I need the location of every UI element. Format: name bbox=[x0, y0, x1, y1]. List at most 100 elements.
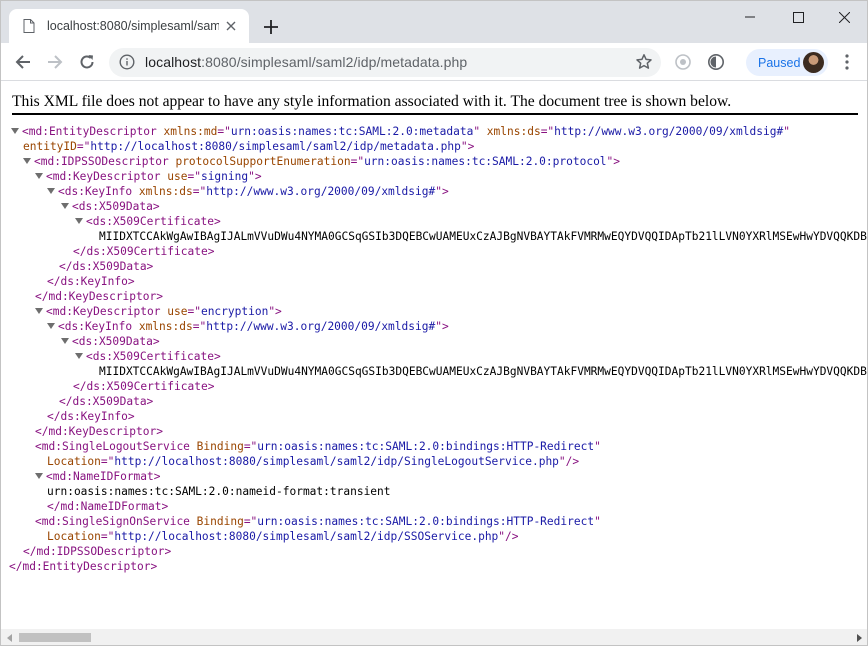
xml-token-tag: <md:KeyDescriptor bbox=[46, 170, 168, 183]
xml-token-tag: </ds:X509Data> bbox=[59, 260, 154, 273]
xml-line: </ds:X509Certificate> bbox=[73, 244, 214, 259]
horizontal-scrollbar[interactable] bbox=[1, 629, 867, 645]
xml-line: </ds:X509Certificate> bbox=[73, 379, 214, 394]
xml-token-val: http://www.w3.org/2000/09/xmldsig# bbox=[206, 185, 436, 198]
tab-title: localhost:8080/simplesaml/saml2/idp/meta… bbox=[47, 19, 219, 33]
xml-token-tag: <ds:X509Data> bbox=[72, 335, 160, 348]
scroll-left-arrow-icon[interactable] bbox=[1, 629, 18, 645]
forward-button[interactable] bbox=[41, 48, 69, 76]
dark-mode-extension-icon[interactable] bbox=[707, 53, 725, 71]
collapse-triangle-icon[interactable] bbox=[75, 218, 83, 224]
url-host: localhost bbox=[145, 54, 202, 70]
xml-token-tag: =" bbox=[192, 185, 207, 198]
xml-token-val: urn:oasis:names:tc:SAML:2.0:bindings:HTT… bbox=[257, 440, 595, 453]
info-icon[interactable] bbox=[119, 54, 135, 70]
collapse-triangle-icon[interactable] bbox=[47, 323, 55, 329]
xml-token-tag: =" bbox=[243, 515, 258, 528]
collapse-triangle-icon[interactable] bbox=[35, 308, 43, 314]
xml-token-tag: " bbox=[473, 125, 487, 138]
collapse-triangle-icon[interactable] bbox=[47, 188, 55, 194]
xml-token-txt: MIIDXTCCAkWgAwIBAgIJALmVVuDWu4NYMA0GCSqG… bbox=[99, 365, 867, 378]
minimize-button[interactable] bbox=[727, 1, 773, 33]
collapse-triangle-icon[interactable] bbox=[61, 203, 69, 209]
xml-line: <md:SingleLogoutService Binding="urn:oas… bbox=[35, 439, 601, 454]
profile-button[interactable]: Paused bbox=[746, 49, 828, 76]
xml-info-banner: This XML file does not appear to have an… bbox=[12, 93, 732, 110]
collapse-triangle-icon[interactable] bbox=[35, 173, 43, 179]
xml-token-tag: <md:IDPSSODescriptor bbox=[34, 155, 176, 168]
xml-line: MIIDXTCCAkWgAwIBAgIJALmVVuDWu4NYMA0GCSqG… bbox=[99, 364, 867, 379]
xml-token-attr: xmlns:md bbox=[163, 125, 218, 138]
xml-line: MIIDXTCCAkWgAwIBAgIJALmVVuDWu4NYMA0GCSqG… bbox=[99, 229, 867, 244]
xml-token-val: http://localhost:8080/simplesaml/saml2/i… bbox=[114, 455, 559, 468]
xml-token-tag: " bbox=[594, 515, 601, 528]
collapse-triangle-icon[interactable] bbox=[61, 338, 69, 344]
xml-token-tag: </ds:KeyInfo> bbox=[47, 410, 135, 423]
xml-token-val: encryption bbox=[200, 305, 269, 318]
close-tab-icon[interactable] bbox=[223, 18, 239, 34]
page-icon bbox=[21, 18, 37, 34]
xml-token-attr: Binding bbox=[196, 515, 244, 528]
xml-token-tag: </md:IDPSSODescriptor> bbox=[23, 545, 172, 558]
xml-token-tag: "> bbox=[268, 305, 282, 318]
xml-token-val: http://www.w3.org/2000/09/xmldsig# bbox=[554, 125, 784, 138]
collapse-triangle-icon[interactable] bbox=[11, 128, 19, 134]
new-tab-button[interactable] bbox=[259, 15, 283, 39]
xml-line: <md:IDPSSODescriptor protocolSupportEnum… bbox=[23, 154, 620, 169]
xml-line: <ds:X509Data> bbox=[61, 334, 160, 349]
profile-status: Paused bbox=[758, 55, 801, 70]
xml-token-tag: <md:EntityDescriptor bbox=[22, 125, 164, 138]
address-bar[interactable]: localhost:8080/simplesaml/saml2/idp/meta… bbox=[109, 48, 661, 77]
xml-token-val: urn:oasis:names:tc:SAML:2.0:bindings:HTT… bbox=[257, 515, 595, 528]
tab-active[interactable]: localhost:8080/simplesaml/saml2/idp/meta… bbox=[9, 9, 249, 43]
xml-token-tag: </md:EntityDescriptor> bbox=[9, 560, 158, 573]
xml-token-attr: use bbox=[167, 305, 188, 318]
xml-token-tag: "> bbox=[435, 320, 449, 333]
avatar bbox=[803, 52, 824, 73]
xml-line: <md:KeyDescriptor use="encryption"> bbox=[35, 304, 282, 319]
url-path: :8080/simplesaml/saml2/idp/metadata.php bbox=[201, 54, 468, 70]
collapse-triangle-icon[interactable] bbox=[23, 158, 31, 164]
xml-line: </ds:X509Data> bbox=[59, 394, 153, 409]
scroll-right-arrow-icon[interactable] bbox=[850, 629, 867, 645]
xml-line: </md:NameIDFormat> bbox=[47, 499, 168, 514]
xml-token-attr: protocolSupportEnumeration bbox=[175, 155, 351, 168]
xml-token-tag: <ds:KeyInfo bbox=[58, 320, 139, 333]
xml-token-tag: =" bbox=[350, 155, 365, 168]
xml-token-tag: <md:KeyDescriptor bbox=[46, 305, 168, 318]
xml-line: urn:oasis:names:tc:SAML:2.0:nameid-forma… bbox=[47, 484, 391, 499]
xml-line: <ds:X509Data> bbox=[61, 199, 160, 214]
xml-line: </ds:X509Data> bbox=[59, 259, 153, 274]
xml-token-tag: =" bbox=[217, 125, 231, 138]
scrollbar-thumb[interactable] bbox=[19, 633, 91, 642]
xml-line: <md:NameIDFormat> bbox=[35, 469, 161, 484]
xml-token-attr: Binding bbox=[196, 440, 244, 453]
close-window-button[interactable] bbox=[821, 1, 867, 33]
xml-token-tag: "> bbox=[435, 185, 449, 198]
xml-token-tag: "/> bbox=[558, 455, 580, 468]
xml-token-val: http://www.w3.org/2000/09/xmldsig# bbox=[206, 320, 436, 333]
tab-strip: localhost:8080/simplesaml/saml2/idp/meta… bbox=[1, 1, 867, 43]
xml-token-val: urn:oasis:names:tc:SAML:2.0:protocol bbox=[364, 155, 607, 168]
xml-token-tag: </ds:KeyInfo> bbox=[47, 275, 135, 288]
maximize-button[interactable] bbox=[775, 1, 821, 33]
xml-token-tag: =" bbox=[187, 305, 201, 318]
xml-token-tag: "> bbox=[248, 170, 262, 183]
xml-token-attr: xmlns:ds bbox=[138, 320, 193, 333]
xml-token-tag: "> bbox=[460, 140, 475, 153]
xml-token-val: http://localhost:8080/simplesaml/saml2/i… bbox=[90, 140, 461, 153]
menu-kebab-icon[interactable] bbox=[837, 52, 857, 72]
collapse-triangle-icon[interactable] bbox=[75, 353, 83, 359]
extension-icon[interactable] bbox=[674, 53, 692, 71]
xml-token-attr: xmlns:ds bbox=[486, 125, 541, 138]
xml-line: </md:IDPSSODescriptor> bbox=[23, 544, 171, 559]
xml-token-tag: =" bbox=[100, 455, 115, 468]
collapse-triangle-icon[interactable] bbox=[35, 473, 43, 479]
url-text[interactable]: localhost:8080/simplesaml/saml2/idp/meta… bbox=[145, 54, 467, 70]
bookmark-star-icon[interactable] bbox=[635, 53, 653, 71]
xml-line: Location="http://localhost:8080/simplesa… bbox=[47, 454, 579, 469]
xml-line: <ds:X509Certificate> bbox=[75, 349, 221, 364]
reload-button[interactable] bbox=[73, 48, 101, 76]
back-button[interactable] bbox=[9, 48, 37, 76]
xml-token-tag: </md:KeyDescriptor> bbox=[35, 425, 163, 438]
